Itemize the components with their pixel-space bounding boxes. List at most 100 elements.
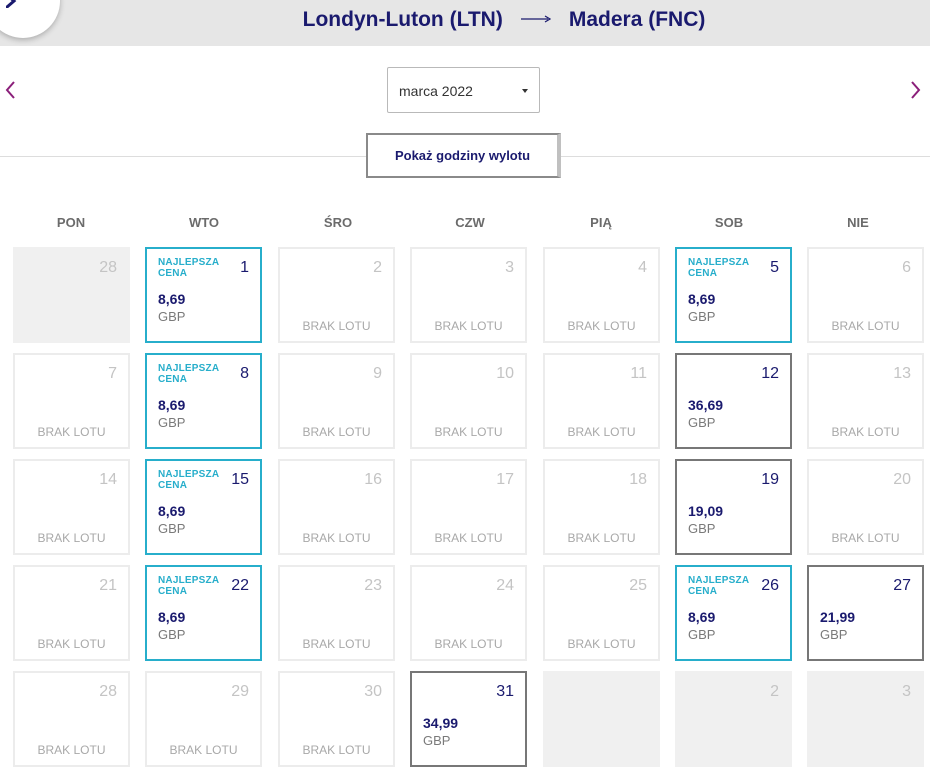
price-value: 34,99 — [423, 715, 459, 731]
day-number: 15 — [231, 471, 249, 488]
day-number: 29 — [231, 683, 249, 700]
calendar-day[interactable]: 26 NAJLEPSZA CENA 8,69 GBP — [675, 565, 792, 661]
currency-label: GBP — [688, 309, 716, 324]
no-flight-label: BRAK LOTU — [831, 425, 900, 439]
currency-label: GBP — [158, 627, 186, 642]
next-month-button[interactable] — [908, 80, 924, 100]
day-number: 17 — [496, 471, 514, 488]
price-value: 8,69 — [688, 291, 716, 307]
no-flight-label: BRAK LOTU — [831, 319, 900, 333]
prev-month-button[interactable] — [4, 80, 20, 100]
weekday-label: SOB — [714, 215, 744, 230]
month-select[interactable]: marca 2022 — [387, 67, 540, 113]
calendar-day: 25 BRAK LOTU — [543, 565, 660, 661]
day-number: 25 — [629, 577, 647, 594]
day-number: 2 — [373, 259, 382, 276]
day-number: 27 — [893, 577, 911, 594]
calendar-day: 28 BRAK LOTU — [13, 671, 130, 767]
chevron-right-icon — [911, 81, 921, 99]
calendar-day[interactable]: 31 34,99 GBP — [410, 671, 527, 767]
no-flight-label: BRAK LOTU — [567, 425, 636, 439]
best-price-badge: NAJLEPSZA CENA — [158, 363, 220, 385]
day-number: 23 — [364, 577, 382, 594]
calendar-day: 28 — [13, 247, 130, 343]
weekday-label: WTO — [188, 215, 220, 230]
calendar-day: 6 BRAK LOTU — [807, 247, 924, 343]
show-departure-times-button[interactable]: Pokaż godziny wylotu — [366, 133, 561, 178]
no-flight-label: BRAK LOTU — [434, 637, 503, 651]
best-price-badge: NAJLEPSZA CENA — [158, 257, 220, 279]
no-flight-label: BRAK LOTU — [567, 637, 636, 651]
flight-calendar-page: Londyn-Luton (LTN) Madera (FNC) marca 202… — [0, 0, 930, 772]
day-number: 7 — [108, 365, 117, 382]
route-arrow-icon — [520, 5, 552, 29]
best-price-badge: NAJLEPSZA CENA — [158, 575, 220, 597]
no-flight-label: BRAK LOTU — [567, 531, 636, 545]
day-number: 8 — [240, 365, 249, 382]
no-flight-label: BRAK LOTU — [567, 319, 636, 333]
day-number: 21 — [99, 577, 117, 594]
no-flight-label: BRAK LOTU — [37, 743, 106, 757]
day-number: 1 — [240, 259, 249, 276]
calendar-day[interactable]: 22 NAJLEPSZA CENA 8,69 GBP — [145, 565, 262, 661]
no-flight-label: BRAK LOTU — [37, 637, 106, 651]
calendar-day: 17 BRAK LOTU — [410, 459, 527, 555]
calendar-day[interactable]: 27 21,99 GBP — [807, 565, 924, 661]
price-value: 8,69 — [158, 397, 186, 413]
day-number: 14 — [99, 471, 117, 488]
weekday-label: PON — [56, 215, 86, 230]
no-flight-label: BRAK LOTU — [434, 531, 503, 545]
currency-label: GBP — [688, 521, 716, 536]
month-select-value: marca 2022 — [399, 83, 473, 99]
origin-airport: Londyn-Luton (LTN) — [302, 8, 503, 31]
best-price-badge: NAJLEPSZA CENA — [688, 257, 750, 279]
price-value: 8,69 — [158, 291, 186, 307]
day-number: 10 — [496, 365, 514, 382]
price-value: 8,69 — [158, 609, 186, 625]
day-number: 19 — [761, 471, 779, 488]
calendar-day: 3 BRAK LOTU — [410, 247, 527, 343]
price-value: 36,69 — [688, 397, 724, 413]
weekday-label: CZW — [455, 215, 485, 230]
no-flight-label: BRAK LOTU — [434, 425, 503, 439]
calendar-day[interactable]: 8 NAJLEPSZA CENA 8,69 GBP — [145, 353, 262, 449]
day-number: 18 — [629, 471, 647, 488]
calendar-day: 10 BRAK LOTU — [410, 353, 527, 449]
calendar-day[interactable]: 5 NAJLEPSZA CENA 8,69 GBP — [675, 247, 792, 343]
calendar-day: 13 BRAK LOTU — [807, 353, 924, 449]
price-value: 21,99 — [820, 609, 856, 625]
calendar-day[interactable]: 1 NAJLEPSZA CENA 8,69 GBP — [145, 247, 262, 343]
no-flight-label: BRAK LOTU — [37, 531, 106, 545]
calendar-day: 2 BRAK LOTU — [278, 247, 395, 343]
best-price-badge: NAJLEPSZA CENA — [158, 469, 220, 491]
back-arrow-icon — [6, 0, 17, 8]
day-number: 2 — [770, 683, 779, 700]
day-number: 11 — [630, 365, 647, 382]
calendar-day[interactable]: 15 NAJLEPSZA CENA 8,69 GBP — [145, 459, 262, 555]
day-number: 3 — [505, 259, 514, 276]
no-flight-label: BRAK LOTU — [434, 319, 503, 333]
currency-label: GBP — [820, 627, 848, 642]
currency-label: GBP — [158, 521, 186, 536]
no-flight-label: BRAK LOTU — [302, 637, 371, 651]
currency-label: GBP — [158, 309, 186, 324]
price-value: 8,69 — [688, 609, 716, 625]
calendar-day: 30 BRAK LOTU — [278, 671, 395, 767]
weekday-label: NIE — [847, 215, 869, 230]
currency-label: GBP — [688, 627, 716, 642]
no-flight-label: BRAK LOTU — [831, 531, 900, 545]
caret-down-icon — [522, 89, 528, 93]
route-title: Londyn-Luton (LTN) Madera (FNC) — [0, 8, 930, 32]
day-number: 13 — [893, 365, 911, 382]
calendar-day: 29 BRAK LOTU — [145, 671, 262, 767]
price-value: 19,09 — [688, 503, 724, 519]
calendar-day: 20 BRAK LOTU — [807, 459, 924, 555]
calendar-day[interactable]: 19 19,09 GBP — [675, 459, 792, 555]
calendar-day: 9 BRAK LOTU — [278, 353, 395, 449]
calendar-day: 18 BRAK LOTU — [543, 459, 660, 555]
calendar-day[interactable]: 12 36,69 GBP — [675, 353, 792, 449]
destination-airport: Madera (FNC) — [568, 8, 706, 31]
currency-label: GBP — [688, 415, 716, 430]
currency-label: GBP — [158, 415, 186, 430]
day-number: 4 — [638, 259, 647, 276]
